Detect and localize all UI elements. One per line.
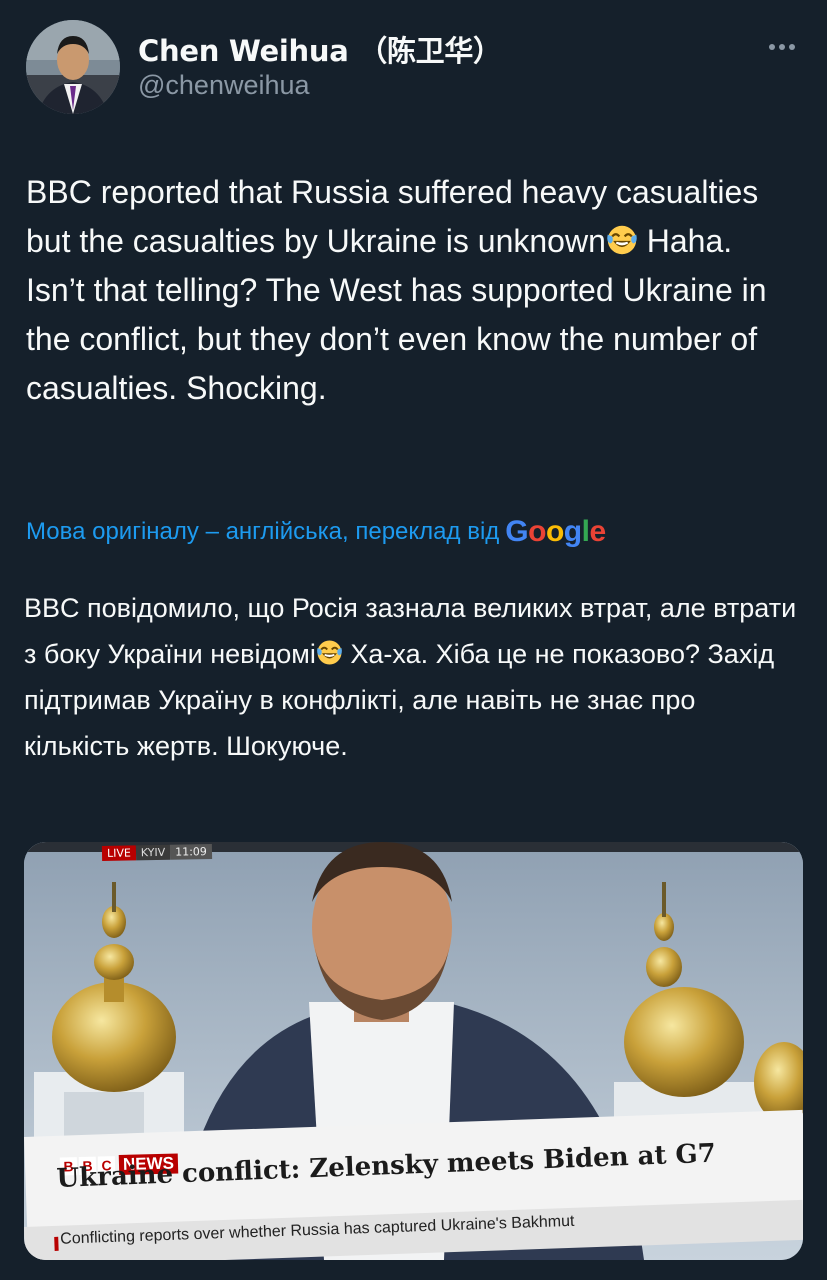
google-logo: Google	[505, 515, 606, 548]
avatar[interactable]	[26, 20, 120, 114]
translation-notice[interactable]: Мова оригіналу – англійська, переклад ві…	[26, 515, 606, 549]
more-icon[interactable]	[760, 28, 804, 66]
tv-screen-photo	[24, 842, 803, 1260]
tweet-media-image[interactable]: LIVE KYIV 11:09 B B C NEWS Ukraine confl…	[24, 842, 803, 1260]
location-label: KYIV	[135, 844, 171, 861]
live-label: LIVE	[101, 845, 136, 861]
user-handle[interactable]: @chenweihua	[138, 70, 310, 101]
display-name[interactable]: Chen Weihua （陈卫华）	[138, 28, 502, 70]
ticker-marker	[54, 1236, 59, 1251]
translation-notice-text: Мова оригіналу – англійська, переклад ві…	[26, 518, 500, 545]
laugh-emoji	[316, 640, 342, 665]
live-bug: LIVE KYIV 11:09	[101, 844, 212, 861]
translated-text: BBC повідомило, що Росія зазнала великих…	[24, 585, 804, 769]
more-dot	[789, 44, 795, 50]
more-dot	[779, 44, 785, 50]
tweet-text: BBC reported that Russia suffered heavy …	[26, 168, 796, 413]
laugh-emoji	[607, 225, 637, 255]
time-label: 11:09	[170, 844, 212, 860]
more-dot	[769, 44, 775, 50]
